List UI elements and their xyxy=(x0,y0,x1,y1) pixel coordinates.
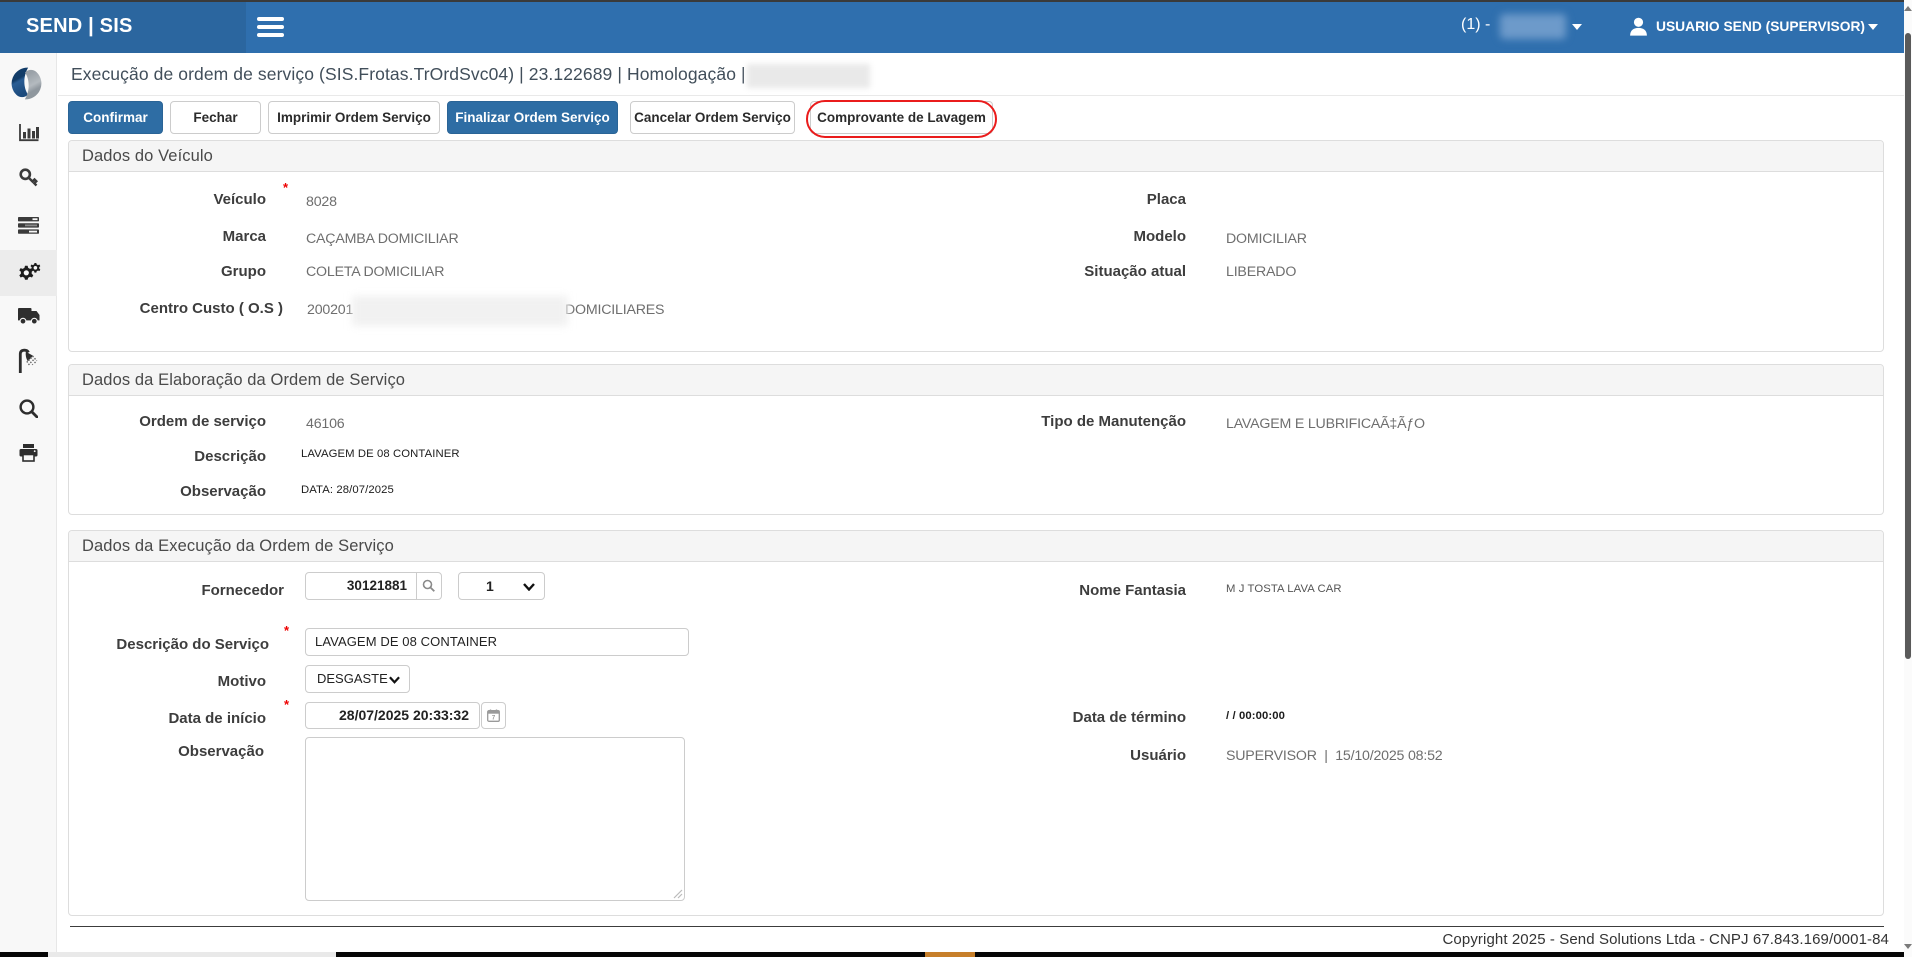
svg-text:7: 7 xyxy=(492,716,496,722)
